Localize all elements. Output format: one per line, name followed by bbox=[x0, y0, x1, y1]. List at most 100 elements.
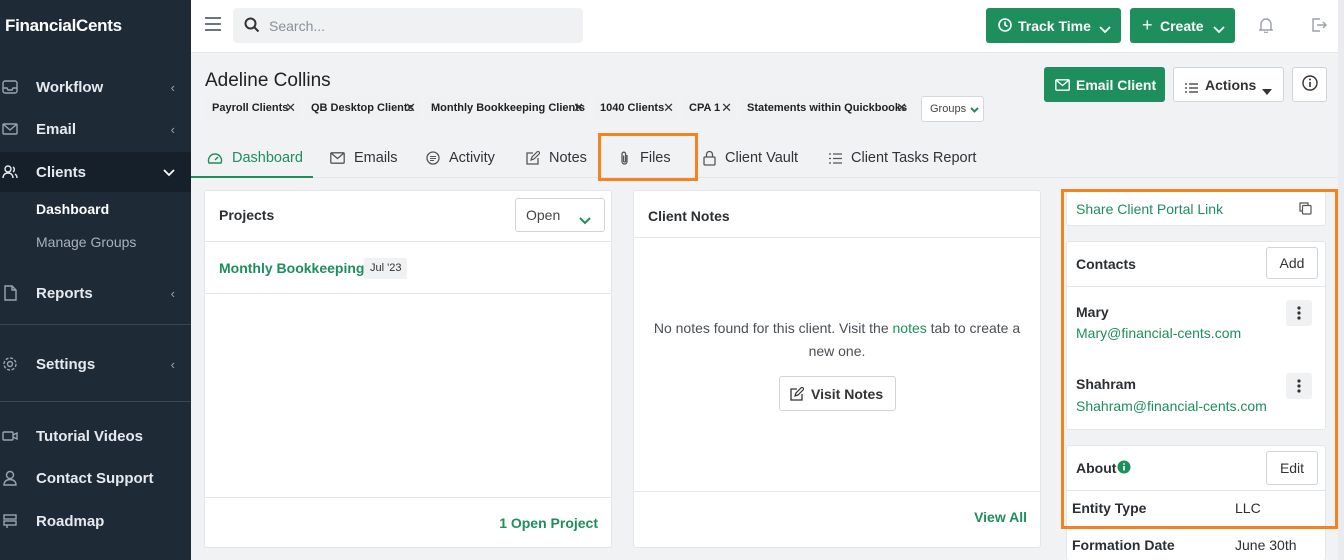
person-icon bbox=[2, 470, 18, 486]
group-tag: 1040 Clients ✕ bbox=[594, 97, 678, 119]
info-button[interactable] bbox=[1292, 67, 1327, 102]
tag-label: Payroll Clients bbox=[212, 102, 289, 114]
tab-label: Client Vault bbox=[725, 150, 799, 166]
sidebar-item-workflow[interactable]: Workflow ‹ bbox=[0, 67, 191, 107]
email-client-button[interactable]: Email Client bbox=[1044, 67, 1165, 102]
chevron-down-icon bbox=[970, 104, 979, 116]
files-tab-highlight bbox=[598, 133, 698, 181]
remove-tag-icon[interactable]: ✕ bbox=[896, 100, 907, 116]
visit-notes-label: Visit Notes bbox=[811, 385, 884, 402]
group-tag: CPA 1 ✕ bbox=[683, 97, 736, 119]
tag-label: Monthly Bookkeeping Clients bbox=[431, 102, 586, 114]
group-tag: QB Desktop Clients ✕ bbox=[305, 97, 420, 119]
mail-icon bbox=[330, 152, 345, 164]
sidebar-item-label: Roadmap bbox=[36, 512, 105, 530]
tab-emails[interactable]: Emails bbox=[330, 140, 398, 176]
sidebar-divider bbox=[0, 401, 191, 402]
dashboard-gauge-icon bbox=[207, 151, 223, 165]
chevron-down-icon bbox=[1099, 21, 1111, 37]
track-time-button[interactable]: Track Time bbox=[986, 8, 1121, 43]
tab-notes[interactable]: Notes bbox=[526, 140, 587, 176]
list-icon bbox=[829, 152, 842, 164]
tab-label: Client Tasks Report bbox=[851, 150, 977, 166]
subnav-dashboard[interactable]: Dashboard bbox=[36, 201, 109, 217]
chevron-left-icon: ‹ bbox=[170, 285, 175, 301]
remove-tag-icon[interactable]: ✕ bbox=[405, 100, 416, 116]
groups-dropdown[interactable]: Groups bbox=[921, 96, 984, 122]
tab-client-tasks-report[interactable]: Client Tasks Report bbox=[829, 140, 976, 176]
remove-tag-icon[interactable]: ✕ bbox=[573, 100, 584, 116]
top-bar: Track Time + Create bbox=[191, 0, 1344, 53]
chevron-down-icon bbox=[163, 165, 175, 180]
view-all-notes-link[interactable]: View All bbox=[974, 509, 1027, 525]
signpost-icon bbox=[2, 513, 18, 529]
sidebar-item-email[interactable]: Email ‹ bbox=[0, 109, 191, 149]
active-tab-indicator bbox=[191, 176, 313, 178]
divider bbox=[634, 491, 1040, 492]
sidebar-item-label: Reports bbox=[36, 284, 93, 302]
notes-inline-link[interactable]: notes bbox=[893, 320, 927, 336]
tag-label: Statements within Quickbooks bbox=[747, 102, 908, 114]
remove-tag-icon[interactable]: ✕ bbox=[721, 100, 732, 116]
create-label: Create bbox=[1160, 17, 1204, 34]
projects-filter-select[interactable]: Open bbox=[515, 198, 605, 232]
activity-icon bbox=[426, 151, 440, 165]
sidebar-item-roadmap[interactable]: Roadmap bbox=[0, 501, 191, 541]
empty-notes-text: No notes found for this client. Visit th… bbox=[653, 320, 893, 336]
visit-notes-button[interactable]: Visit Notes bbox=[779, 376, 896, 411]
sidebar-item-tutorial-videos[interactable]: Tutorial Videos bbox=[0, 416, 191, 456]
search-input[interactable] bbox=[269, 8, 569, 43]
inbox-icon bbox=[2, 79, 18, 95]
track-time-label: Track Time bbox=[1018, 17, 1091, 34]
group-tag: Statements within Quickbooks ✕ bbox=[741, 97, 911, 119]
divider bbox=[634, 237, 1040, 238]
page-scrollbar[interactable] bbox=[1338, 0, 1344, 560]
tag-label: CPA 1 bbox=[689, 102, 721, 114]
brand-logo[interactable]: FinancialCents bbox=[5, 16, 122, 36]
document-icon bbox=[2, 285, 18, 301]
mail-icon bbox=[1055, 78, 1070, 94]
project-link[interactable]: Monthly Bookkeeping bbox=[219, 260, 364, 276]
list-icon bbox=[1185, 80, 1198, 96]
remove-tag-icon[interactable]: ✕ bbox=[285, 100, 296, 116]
tabs-divider bbox=[191, 177, 1344, 178]
create-button[interactable]: + Create bbox=[1130, 8, 1235, 43]
chevron-left-icon: ‹ bbox=[170, 121, 175, 137]
bell-icon[interactable] bbox=[1258, 17, 1274, 38]
sidebar-item-label: Email bbox=[36, 120, 77, 138]
tab-activity[interactable]: Activity bbox=[426, 140, 495, 176]
tab-client-vault[interactable]: Client Vault bbox=[703, 140, 798, 176]
actions-label: Actions bbox=[1205, 76, 1257, 93]
logout-icon[interactable] bbox=[1311, 17, 1327, 38]
clock-icon bbox=[998, 18, 1012, 35]
info-icon bbox=[1301, 75, 1318, 94]
hamburger-menu-icon[interactable] bbox=[205, 17, 221, 31]
group-tag: Monthly Bookkeeping Clients ✕ bbox=[425, 97, 588, 119]
plus-icon: + bbox=[1142, 15, 1153, 35]
search-box[interactable] bbox=[233, 8, 583, 43]
sidebar-item-clients[interactable]: Clients bbox=[0, 152, 191, 192]
client-notes-card: Client Notes No notes found for this cli… bbox=[633, 190, 1041, 548]
email-client-label: Email Client bbox=[1076, 76, 1157, 93]
subnav-manage-groups[interactable]: Manage Groups bbox=[36, 234, 136, 250]
chevron-down-icon bbox=[1213, 21, 1225, 37]
open-projects-link[interactable]: 1 Open Project bbox=[499, 515, 598, 531]
sidebar-item-contact-support[interactable]: Contact Support bbox=[0, 458, 191, 498]
tab-dashboard[interactable]: Dashboard bbox=[207, 140, 303, 176]
sidebar: FinancialCents Workflow ‹ Email ‹ Client… bbox=[0, 0, 191, 560]
tab-label: Notes bbox=[549, 150, 587, 166]
gear-icon bbox=[2, 356, 18, 372]
actions-dropdown[interactable]: Actions bbox=[1173, 67, 1284, 102]
divider bbox=[205, 241, 611, 242]
tag-label: 1040 Clients bbox=[600, 102, 665, 114]
tab-label: Dashboard bbox=[232, 150, 303, 166]
tab-label: Emails bbox=[354, 150, 398, 166]
sidebar-item-reports[interactable]: Reports ‹ bbox=[0, 273, 191, 313]
chevron-left-icon: ‹ bbox=[170, 356, 175, 372]
groups-label: Groups bbox=[930, 103, 967, 115]
project-date-badge: Jul '23 bbox=[364, 258, 408, 279]
remove-tag-icon[interactable]: ✕ bbox=[663, 100, 674, 116]
sidebar-item-settings[interactable]: Settings ‹ bbox=[0, 344, 191, 384]
projects-title: Projects bbox=[219, 207, 275, 223]
mail-icon bbox=[2, 121, 18, 137]
